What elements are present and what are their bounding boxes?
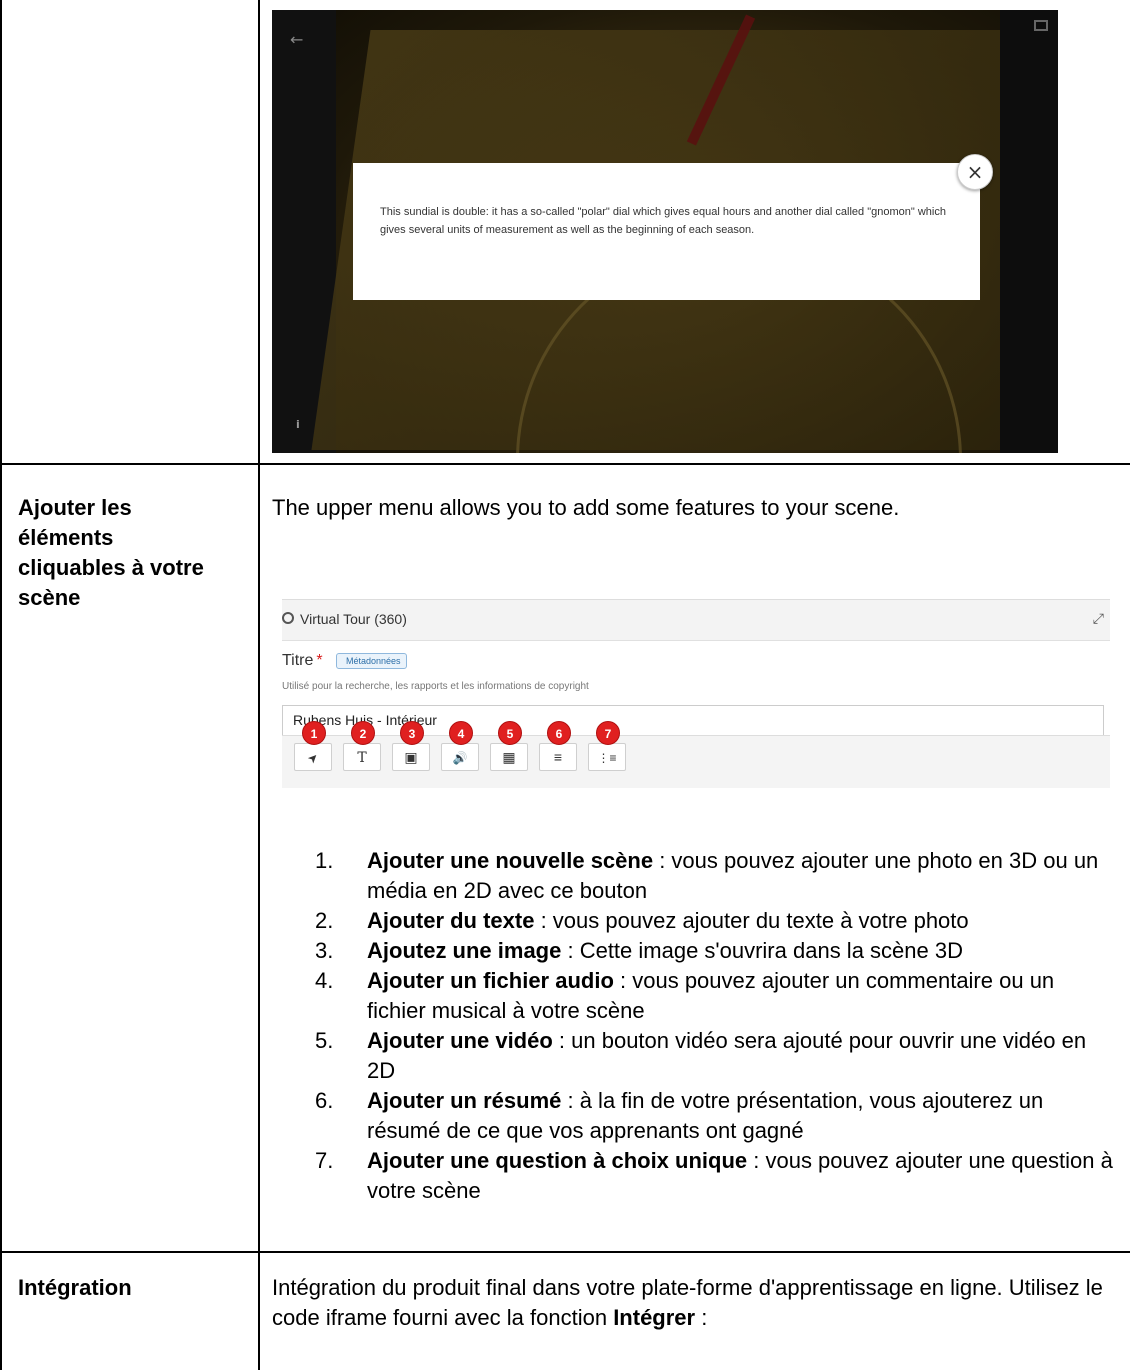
feature-list: 1. Ajouter une nouvelle scène : vous pouv… — [315, 846, 1115, 1206]
list-item: 2. Ajouter du texte : vous pouvez ajouter… — [315, 908, 969, 933]
list-item: 7. Ajouter une question à choix unique : … — [315, 1148, 1113, 1203]
list-item: 1. Ajouter une nouvelle scène : vous pouv… — [315, 848, 1099, 903]
list-item: 4. Ajouter un fichier audio : vous pouvez… — [315, 968, 1055, 1023]
add-scene-button[interactable]: 1 ➤ — [294, 721, 332, 771]
virtual-tour-viewer-screenshot: ← i This sundial is double: it has a so-… — [272, 10, 1058, 453]
title-field-label: Titre * — [282, 652, 323, 670]
badge-5: 5 — [498, 721, 522, 745]
info-icon[interactable]: i — [296, 418, 300, 431]
image-icon: ▣ — [404, 749, 418, 765]
badge-3: 3 — [400, 721, 424, 745]
popup-text: This sundial is double: it has a so-call… — [380, 206, 946, 236]
editor-header: Virtual Tour (360) ⤢ — [282, 599, 1110, 641]
intro-text: The upper menu allows you to add some fe… — [272, 495, 900, 520]
label-line: Ajouter les — [18, 495, 132, 520]
add-text-button[interactable]: 2 T — [343, 721, 381, 771]
badge-6: 6 — [547, 721, 571, 745]
table-border-left — [0, 0, 2, 1370]
label-line: cliquables à votre — [18, 555, 204, 580]
numbered-list-icon: ⋮≡ — [597, 751, 617, 765]
editor-toolbar: 1 ➤ 2 T 3 ▣ 4 🔊 5 ▦ 6 ≡ 7 ⋮≡ — [282, 721, 1110, 788]
expand-icon[interactable]: ⤢ — [1093, 610, 1104, 627]
title-help-text: Utilisé pour la recherche, les rapports … — [282, 681, 589, 692]
audio-icon: 🔊 — [452, 751, 468, 765]
badge-1: 1 — [302, 721, 326, 745]
table-column-divider — [258, 0, 260, 1370]
title-label-text: Titre — [282, 652, 314, 669]
editor-title: Virtual Tour (360) — [300, 611, 407, 627]
badge-4: 4 — [449, 721, 473, 745]
add-summary-button[interactable]: 6 ≡ — [539, 721, 577, 771]
list-item: 6. Ajouter un résumé : à la fin de votre … — [315, 1088, 1044, 1143]
label-line: scène — [18, 585, 81, 610]
add-video-button[interactable]: 5 ▦ — [490, 721, 528, 771]
table-row-divider — [0, 463, 1130, 465]
text-icon: T — [357, 750, 367, 766]
add-audio-button[interactable]: 4 🔊 — [441, 721, 479, 771]
list-item: 3. Ajoutez une image : Cette image s'ouvr… — [315, 938, 963, 963]
navigation-arrow-icon: ➤ — [304, 749, 322, 767]
add-image-button[interactable]: 3 ▣ — [392, 721, 430, 771]
video-icon: ▦ — [502, 749, 516, 765]
list-item: 5. Ajouter une vidéo : un bouton vidéo se… — [315, 1028, 1087, 1083]
fullscreen-icon[interactable] — [1034, 20, 1048, 31]
close-icon[interactable]: × — [957, 154, 993, 190]
metadata-button[interactable]: Métadonnées — [336, 653, 407, 669]
label-line: éléments — [18, 525, 114, 550]
badge-2: 2 — [351, 721, 375, 745]
summary-list-icon: ≡ — [553, 749, 563, 765]
row-label-integration: Intégration — [18, 1275, 132, 1300]
row-label-clickable-elements: Ajouter les éléments cliquables à votre … — [18, 493, 248, 613]
viewer-right-bar — [1000, 10, 1058, 453]
back-arrow-icon[interactable]: ← — [290, 30, 303, 49]
integration-text: Intégration du produit final dans votre … — [272, 1275, 1103, 1330]
text-popup: This sundial is double: it has a so-call… — [353, 163, 980, 300]
required-marker: * — [316, 652, 323, 669]
table-row-divider — [0, 1251, 1130, 1253]
virtual-tour-icon — [282, 612, 294, 624]
editor-screenshot: Virtual Tour (360) ⤢ Titre * Métadonnées … — [282, 599, 1110, 839]
badge-7: 7 — [596, 721, 620, 745]
integrate-keyword: Intégrer — [613, 1305, 696, 1330]
add-single-choice-button[interactable]: 7 ⋮≡ — [588, 721, 626, 771]
